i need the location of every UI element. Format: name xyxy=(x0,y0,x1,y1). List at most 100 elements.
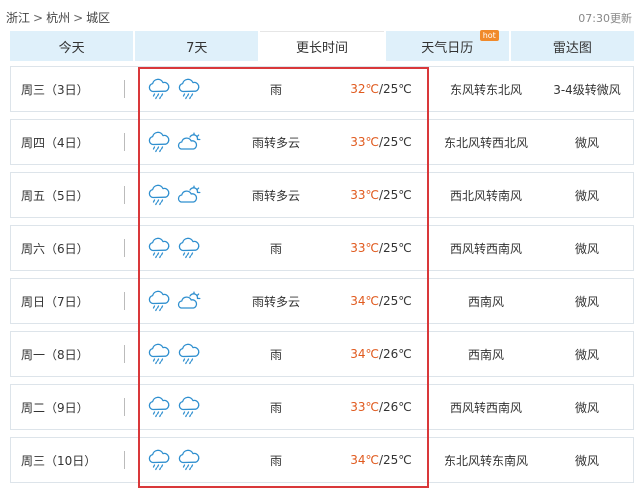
hot-badge: hot xyxy=(479,30,499,41)
rain-icon xyxy=(147,449,171,471)
low-temp: /25℃ xyxy=(378,135,412,149)
wind-level: 3-4级转微风 xyxy=(553,82,621,97)
low-temp: /25℃ xyxy=(378,241,412,255)
wind-level: 微风 xyxy=(574,453,599,468)
tab-7-days[interactable]: 7天 xyxy=(135,31,259,61)
rain-icon xyxy=(147,343,171,365)
partly-cloudy-icon xyxy=(177,184,201,206)
wind-level: 微风 xyxy=(574,294,599,309)
rain-icon xyxy=(147,396,171,418)
wind-level: 微风 xyxy=(574,241,599,256)
rain-icon xyxy=(147,78,171,100)
weather-icons xyxy=(147,279,217,323)
weather-description: 雨 xyxy=(269,400,282,415)
weather-icons xyxy=(147,173,217,217)
day-label: 周二（9日） xyxy=(21,400,89,415)
top-bar: 浙江 > 杭州 > 城区 07:30更新 xyxy=(0,0,640,30)
row-divider xyxy=(124,239,125,257)
tab-label: 雷达图 xyxy=(552,40,592,56)
wind-direction: 西风转西南风 xyxy=(449,400,522,415)
weather-icons xyxy=(147,332,217,376)
breadcrumb: 浙江 > 杭州 > 城区 xyxy=(6,9,110,26)
weather-icons xyxy=(147,226,217,270)
row-divider xyxy=(124,451,125,469)
rain-icon xyxy=(177,78,201,100)
tab-longer-range[interactable]: 更长时间 xyxy=(260,31,384,61)
row-divider xyxy=(124,345,125,363)
tab-label: 天气日历 xyxy=(421,40,474,56)
rain-icon xyxy=(147,237,171,259)
day-label: 周五（5日） xyxy=(21,188,89,203)
forecast-row: 周五（5日） 雨转多云 33℃/25℃ 西北风转南风 微风 xyxy=(10,172,634,218)
wind-direction: 西南风 xyxy=(467,347,504,362)
rain-icon xyxy=(177,343,201,365)
wind-direction: 东北风转东南风 xyxy=(443,453,528,468)
tab-label: 7天 xyxy=(186,40,208,56)
tab-label: 更长时间 xyxy=(296,41,349,56)
rain-icon xyxy=(177,396,201,418)
row-divider xyxy=(124,186,125,204)
tab-today[interactable]: 今天 xyxy=(10,31,134,61)
weather-icons xyxy=(147,67,217,111)
weather-description: 雨转多云 xyxy=(251,188,300,203)
forecast-row: 周三（3日） 雨 32℃/25℃ 东风转东北风 3-4级转微风 xyxy=(10,66,634,112)
temperature: 33℃/25℃ xyxy=(329,173,433,217)
forecast-row: 周四（4日） 雨转多云 33℃/25℃ 东北风转西北风 微风 xyxy=(10,119,634,165)
wind-level: 微风 xyxy=(574,135,599,150)
weather-description: 雨 xyxy=(269,453,282,468)
weather-description: 雨转多云 xyxy=(251,294,300,309)
wind-level: 微风 xyxy=(574,400,599,415)
high-temp: 33℃ xyxy=(350,400,379,414)
weather-description: 雨 xyxy=(269,82,282,97)
forecast-row: 周二（9日） 雨 33℃/26℃ 西风转西南风 微风 xyxy=(10,384,634,430)
wind-direction: 西南风 xyxy=(467,294,504,309)
high-temp: 33℃ xyxy=(350,188,379,202)
low-temp: /25℃ xyxy=(378,188,412,202)
weather-icons xyxy=(147,120,217,164)
low-temp: /26℃ xyxy=(378,400,412,414)
low-temp: /25℃ xyxy=(378,82,412,96)
wind-direction: 东风转东北风 xyxy=(449,82,522,97)
temperature: 33℃/26℃ xyxy=(329,385,433,429)
wind-level: 微风 xyxy=(574,188,599,203)
forecast-row: 周六（6日） 雨 33℃/25℃ 西风转西南风 微风 xyxy=(10,225,634,271)
low-temp: /25℃ xyxy=(378,453,412,467)
temperature: 34℃/25℃ xyxy=(329,438,433,482)
rain-icon xyxy=(147,290,171,312)
update-time: 07:30更新 xyxy=(578,12,632,25)
day-label: 周三（3日） xyxy=(21,82,89,97)
wind-direction: 西北风转南风 xyxy=(449,188,522,203)
breadcrumb-district[interactable]: 城区 xyxy=(86,11,110,25)
tab-weather-calendar[interactable]: 天气日历 hot xyxy=(385,30,509,61)
tab-label: 今天 xyxy=(58,40,85,56)
day-label: 周一（8日） xyxy=(21,347,89,362)
row-divider xyxy=(124,292,125,310)
high-temp: 34℃ xyxy=(350,294,379,308)
day-label: 周日（7日） xyxy=(21,294,89,309)
weather-icons xyxy=(147,438,217,482)
forecast-row: 周日（7日） 雨转多云 34℃/25℃ 西南风 微风 xyxy=(10,278,634,324)
partly-cloudy-icon xyxy=(177,131,201,153)
high-temp: 33℃ xyxy=(350,241,379,255)
row-divider xyxy=(124,398,125,416)
rain-icon xyxy=(177,237,201,259)
breadcrumb-city[interactable]: 杭州 xyxy=(46,11,70,25)
partly-cloudy-icon xyxy=(177,290,201,312)
weather-description: 雨 xyxy=(269,241,282,256)
rain-icon xyxy=(147,131,171,153)
low-temp: /25℃ xyxy=(378,294,412,308)
wind-direction: 东北风转西北风 xyxy=(443,135,528,150)
row-divider xyxy=(124,133,125,151)
day-label: 周三（10日） xyxy=(21,453,97,468)
day-label: 周四（4日） xyxy=(21,135,89,150)
weather-icons xyxy=(147,385,217,429)
high-temp: 34℃ xyxy=(350,347,379,361)
temperature: 33℃/25℃ xyxy=(329,226,433,270)
weather-description: 雨转多云 xyxy=(251,135,300,150)
tab-radar[interactable]: 雷达图 xyxy=(510,31,635,61)
temperature: 33℃/25℃ xyxy=(329,120,433,164)
forecast-row: 周三（10日） 雨 34℃/25℃ 东北风转东南风 微风 xyxy=(10,437,634,483)
day-label: 周六（6日） xyxy=(21,241,89,256)
wind-level: 微风 xyxy=(574,347,599,362)
breadcrumb-province[interactable]: 浙江 xyxy=(6,11,30,25)
